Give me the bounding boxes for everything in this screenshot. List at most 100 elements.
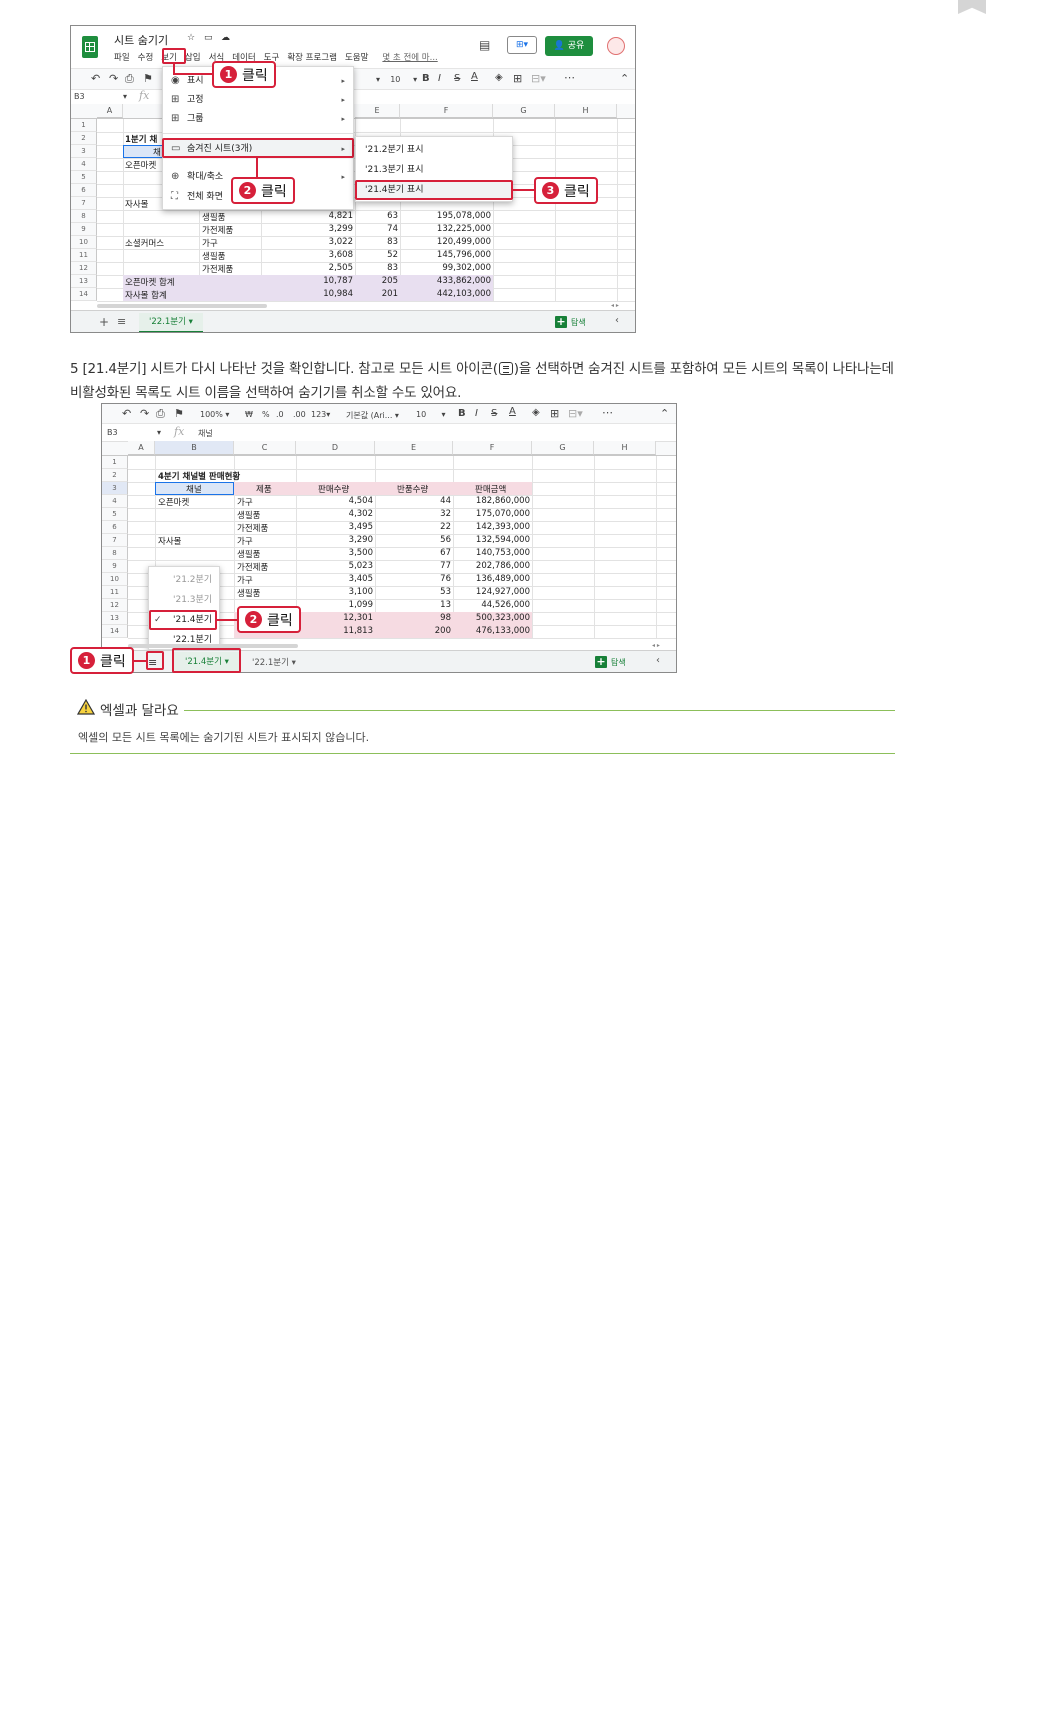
row-header[interactable]: 8	[102, 547, 128, 560]
more-icon[interactable]: ⋯	[602, 406, 613, 419]
cell-d4[interactable]: 4,504	[302, 496, 373, 506]
menu-insert[interactable]: 삽입	[185, 51, 201, 63]
cell-d9[interactable]: 3,299	[301, 224, 353, 234]
row-header[interactable]: 5	[71, 171, 97, 184]
zoom-select[interactable]: 100% ▾	[200, 410, 229, 419]
cell-f11[interactable]: 124,927,000	[457, 587, 530, 597]
more-formats-select[interactable]: 123▾	[311, 410, 330, 419]
row-header[interactable]: 6	[71, 184, 97, 197]
cell-e9[interactable]: 77	[382, 561, 451, 571]
header-sales-amount[interactable]: 판매금액	[475, 483, 506, 495]
cell-f14[interactable]: 442,103,000	[406, 289, 491, 299]
cell-f10[interactable]: 120,499,000	[406, 237, 491, 247]
last-edit-link[interactable]: 몇 초 전에 마...	[382, 51, 437, 63]
print-icon[interactable]: ⎙	[156, 407, 165, 421]
row-header[interactable]: 7	[71, 197, 97, 210]
cell-c8[interactable]: 생필품	[202, 211, 225, 223]
cell-d6[interactable]: 3,495	[302, 522, 373, 532]
cell-d7[interactable]: 3,290	[302, 535, 373, 545]
menu-item-freeze[interactable]: ⊞ 고정 ▸	[163, 91, 353, 109]
cell-b4[interactable]: 오픈마켓	[158, 496, 189, 508]
row-header[interactable]: 1	[102, 456, 128, 469]
cell-e14[interactable]: 201	[361, 289, 398, 299]
cell-f11[interactable]: 145,796,000	[406, 250, 491, 260]
explore-button[interactable]: + 탐색	[595, 656, 626, 668]
text-color-icon[interactable]: A	[509, 406, 516, 417]
horizontal-scrollbar[interactable]	[97, 304, 267, 308]
cell-b14[interactable]: 자사몰 합계	[125, 289, 167, 301]
cell-b7[interactable]: 자사몰	[158, 535, 181, 547]
submenu-show-21-3[interactable]: '21.3분기 표시	[356, 161, 512, 179]
cell-c12[interactable]: 가전제품	[202, 263, 233, 275]
row-header[interactable]: 11	[71, 249, 97, 262]
cell-f6[interactable]: 142,393,000	[457, 522, 530, 532]
bold-icon[interactable]: B	[458, 408, 466, 419]
column-header-f[interactable]: F	[400, 104, 493, 118]
cell-f8[interactable]: 140,753,000	[457, 548, 530, 558]
cell-c9[interactable]: 가전제품	[237, 561, 268, 573]
cell-f7[interactable]: 132,594,000	[457, 535, 530, 545]
header-product[interactable]: 제품	[256, 483, 272, 495]
row-header[interactable]: 7	[102, 534, 128, 547]
merge-cells-icon[interactable]: ⊟▾	[568, 407, 583, 420]
redo-icon[interactable]: ↷	[109, 72, 118, 85]
column-header-h[interactable]: H	[555, 104, 617, 118]
row-header[interactable]: 1	[71, 119, 97, 132]
cell-d8[interactable]: 3,500	[302, 548, 373, 558]
cell-e11[interactable]: 53	[382, 587, 451, 597]
cell-b4[interactable]: 오픈마켓	[125, 159, 156, 171]
column-header-e[interactable]: E	[355, 104, 400, 118]
header-channel[interactable]: 채널	[186, 483, 202, 495]
fill-color-icon[interactable]: ◈	[532, 407, 540, 418]
fill-color-icon[interactable]: ◈	[495, 72, 503, 83]
column-header-a[interactable]: A	[97, 104, 123, 118]
cell-f12[interactable]: 99,302,000	[406, 263, 491, 273]
strikethrough-icon[interactable]: S	[491, 408, 497, 419]
font-family-select[interactable]: 기본값 (Ari... ▾	[346, 410, 399, 421]
sheet-list-item-21-3[interactable]: '21.3분기	[149, 591, 219, 609]
add-sheet-icon[interactable]: +	[99, 315, 109, 329]
cell-e10[interactable]: 83	[361, 237, 398, 247]
decrease-decimal-icon[interactable]: .0	[276, 410, 284, 419]
star-icon[interactable]: ☆	[187, 33, 195, 43]
folder-icon[interactable]: ▭	[204, 33, 213, 43]
row-header[interactable]: 11	[102, 586, 128, 599]
cell-d13[interactable]: 10,787	[301, 276, 353, 286]
share-button[interactable]: 👤 공유	[545, 36, 593, 56]
sheet-tab-22-1[interactable]: '22.1분기 ▾	[248, 653, 300, 672]
cell-d9[interactable]: 5,023	[302, 561, 373, 571]
cell-f14[interactable]: 476,133,000	[457, 626, 530, 636]
row-header[interactable]: 13	[102, 612, 128, 625]
column-header-e[interactable]: E	[375, 441, 453, 455]
row-header[interactable]: 12	[71, 262, 97, 275]
cell-d10[interactable]: 3,022	[301, 237, 353, 247]
row-header[interactable]: 2	[102, 469, 128, 482]
cell-f4[interactable]: 182,860,000	[457, 496, 530, 506]
cell-d14[interactable]: 10,984	[301, 289, 353, 299]
menu-edit[interactable]: 수정	[138, 51, 154, 63]
cell-c8[interactable]: 생필품	[237, 548, 260, 560]
cell-b2[interactable]: 1분기 채	[125, 133, 157, 145]
cell-e8[interactable]: 63	[361, 211, 398, 221]
document-title[interactable]: 시트 숨기기	[114, 32, 168, 48]
collapse-toolbar-icon[interactable]: ⌃	[620, 72, 629, 85]
header-sales-qty[interactable]: 판매수량	[318, 483, 349, 495]
row-header[interactable]: 5	[102, 508, 128, 521]
collapse-side-panel-icon[interactable]: ‹	[615, 315, 619, 326]
currency-format-icon[interactable]: ₩	[245, 410, 253, 419]
column-header-g[interactable]: G	[532, 441, 594, 455]
comments-icon[interactable]: ▤	[479, 38, 490, 52]
row-header[interactable]: 10	[102, 573, 128, 586]
cell-c6[interactable]: 가전제품	[237, 522, 268, 534]
redo-icon[interactable]: ↷	[140, 407, 149, 420]
row-header[interactable]: 13	[71, 275, 97, 288]
cell-d12[interactable]: 2,505	[301, 263, 353, 273]
row-header[interactable]: 9	[102, 560, 128, 573]
explore-button[interactable]: + 탐색	[555, 316, 586, 328]
sheet-list-item-21-2[interactable]: '21.2분기	[149, 571, 219, 589]
cell-e13[interactable]: 205	[361, 276, 398, 286]
cell-d10[interactable]: 3,405	[302, 574, 373, 584]
column-header-c[interactable]: C	[234, 441, 296, 455]
menu-file[interactable]: 파일	[114, 51, 130, 63]
cell-e12[interactable]: 83	[361, 263, 398, 273]
